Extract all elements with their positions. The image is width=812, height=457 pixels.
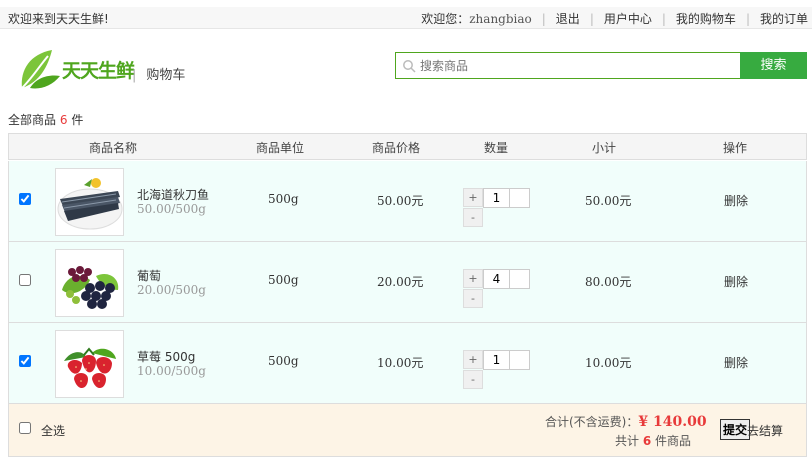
total-amount: ¥ 140.00: [638, 414, 707, 430]
row-checkbox[interactable]: [19, 355, 31, 367]
username: zhangbiao: [469, 11, 532, 26]
product-name[interactable]: 葡萄: [137, 267, 161, 284]
user-center-link[interactable]: 用户中心: [604, 10, 652, 27]
product-image-strawberries[interactable]: [55, 330, 124, 398]
col-unit: 商品单位: [256, 141, 305, 155]
col-quantity: 数量: [484, 141, 509, 155]
search-icon: [403, 60, 416, 73]
logout-link[interactable]: 退出: [556, 10, 580, 27]
product-unit: 500g: [268, 354, 299, 368]
search-input[interactable]: [420, 56, 730, 75]
qty-field-extra: [509, 350, 530, 370]
checkout-label: 去结算: [747, 424, 784, 438]
qty-plus-button[interactable]: +: [463, 188, 483, 207]
total-items-count: 6: [59, 113, 68, 127]
product-image-saury-fish[interactable]: [55, 168, 124, 236]
product-price: 50.00元: [377, 194, 424, 208]
cart-row: 草莓 500g 10.00/500g 500g 10.00元 + - 10.00…: [8, 323, 807, 404]
qty-minus-button[interactable]: -: [463, 208, 483, 227]
search-button[interactable]: 搜索: [740, 52, 807, 79]
product-subtotal: 10.00元: [585, 356, 632, 370]
row-checkbox[interactable]: [19, 193, 31, 205]
logo-text: 天天生鲜: [62, 60, 135, 82]
col-price: 商品价格: [372, 141, 421, 155]
my-orders-link[interactable]: 我的订单: [760, 10, 808, 27]
product-subtotal: 80.00元: [585, 275, 632, 289]
product-unit-price: 50.00/500g: [137, 202, 206, 216]
qty-minus-button[interactable]: -: [463, 370, 483, 389]
qty-input[interactable]: [483, 350, 510, 370]
product-unit-price: 10.00/500g: [137, 364, 206, 378]
product-price: 10.00元: [377, 356, 424, 370]
footer-item-count: 6: [642, 434, 652, 448]
qty-field-extra: [509, 269, 530, 289]
site-logo[interactable]: 天天生鲜: [18, 48, 135, 90]
product-name[interactable]: 草莓 500g: [137, 348, 195, 365]
product-price: 20.00元: [377, 275, 424, 289]
qty-minus-button[interactable]: -: [463, 289, 483, 308]
product-subtotal: 50.00元: [585, 194, 632, 208]
cart-table-header: 商品名称 商品单位 商品价格 数量 小计 操作: [8, 133, 807, 160]
search-box: [395, 52, 741, 79]
select-all-label[interactable]: 全选: [41, 422, 65, 439]
top-bar: 欢迎来到天天生鲜! 欢迎您： zhangbiao | 退出 | 用户中心 | 我…: [0, 0, 812, 29]
col-subtotal: 小计: [592, 141, 617, 155]
total-amount-line: 合计(不含运费)：¥ 140.00: [545, 413, 707, 430]
row-checkbox[interactable]: [19, 274, 31, 286]
cart-footer: 全选 合计(不含运费)：¥ 140.00 共计 6 件商品 提交 去结算: [8, 404, 807, 457]
col-product-name: 商品名称: [89, 141, 138, 155]
select-all-checkbox[interactable]: [19, 422, 31, 434]
page-title: | 购物车: [132, 68, 186, 83]
qty-field-extra: [509, 188, 530, 208]
submit-button[interactable]: 提交: [720, 419, 751, 440]
delete-link[interactable]: 删除: [724, 192, 748, 209]
qty-plus-button[interactable]: +: [463, 269, 483, 288]
total-items-label: 全部商品 6 件: [8, 113, 84, 127]
delete-link[interactable]: 删除: [724, 273, 748, 290]
qty-input[interactable]: [483, 269, 510, 289]
greeting-label: 欢迎您：: [421, 12, 470, 26]
product-unit: 500g: [268, 273, 299, 287]
product-image-grapes[interactable]: [55, 249, 124, 317]
total-label: 合计(不含运费)：: [545, 415, 639, 429]
top-bar-links: 欢迎您： zhangbiao | 退出 | 用户中心 | 我的购物车 | 我的订…: [421, 10, 808, 27]
product-unit: 500g: [268, 192, 299, 206]
cart-row: 葡萄 20.00/500g 500g 20.00元 + - 80.00元 删除: [8, 242, 807, 323]
total-count-line: 共计 6 件商品: [615, 434, 692, 448]
cart-row: 北海道秋刀鱼 50.00/500g 500g 50.00元 + - 50.00元…: [8, 161, 807, 242]
delete-link[interactable]: 删除: [724, 354, 748, 371]
qty-plus-button[interactable]: +: [463, 350, 483, 369]
col-action: 操作: [723, 141, 748, 155]
my-cart-link[interactable]: 我的购物车: [676, 10, 736, 27]
leaf-logo-icon: [21, 50, 60, 89]
welcome-text: 欢迎来到天天生鲜!: [8, 12, 109, 26]
qty-input[interactable]: [483, 188, 510, 208]
product-name[interactable]: 北海道秋刀鱼: [137, 186, 209, 203]
product-unit-price: 20.00/500g: [137, 283, 206, 297]
